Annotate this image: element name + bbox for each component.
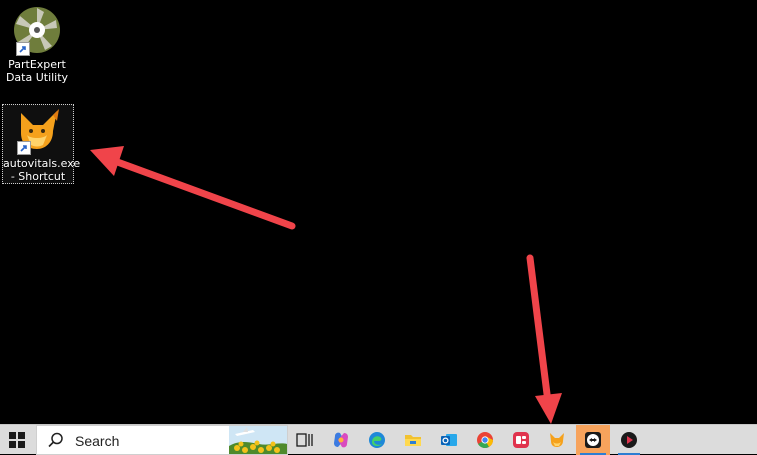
start-windows-icon xyxy=(9,432,25,448)
arrow-to-desktop-icon xyxy=(90,146,296,230)
outlook-button[interactable] xyxy=(434,425,464,455)
taskbar: Search xyxy=(0,424,757,455)
copilot-button[interactable] xyxy=(326,425,356,455)
autovitals-fox-icon xyxy=(550,433,564,447)
annotation-arrows xyxy=(90,146,562,424)
edge-browser-button[interactable] xyxy=(362,425,392,455)
outlook-icon xyxy=(441,434,457,446)
chrome-browser-icon xyxy=(477,432,493,448)
search-placeholder: Search xyxy=(75,433,120,449)
desktop: PartExpert Data Utility autovitals.exe -… xyxy=(0,0,757,424)
file-explorer-button[interactable] xyxy=(398,425,428,455)
autovitals-taskbar-button[interactable] xyxy=(542,425,572,455)
task-view-button[interactable] xyxy=(290,425,320,455)
file-explorer-icon xyxy=(405,435,421,446)
search-box[interactable]: Search xyxy=(36,425,288,455)
media-player-button[interactable] xyxy=(614,425,644,455)
red-app-button[interactable] xyxy=(506,425,536,455)
teamviewer-button[interactable] xyxy=(576,425,610,455)
teamviewer-icon xyxy=(585,432,601,448)
arrow-to-taskbar-icon xyxy=(526,254,562,424)
search-icon xyxy=(48,432,63,448)
task-view-icon xyxy=(296,433,313,447)
copilot-icon xyxy=(334,432,348,448)
media-player-icon xyxy=(621,432,637,448)
search-highlight-image xyxy=(229,426,287,454)
chrome-browser-button[interactable] xyxy=(470,425,500,455)
start-button[interactable] xyxy=(2,425,32,455)
red-app-icon xyxy=(513,432,529,448)
edge-browser-icon xyxy=(369,432,385,448)
